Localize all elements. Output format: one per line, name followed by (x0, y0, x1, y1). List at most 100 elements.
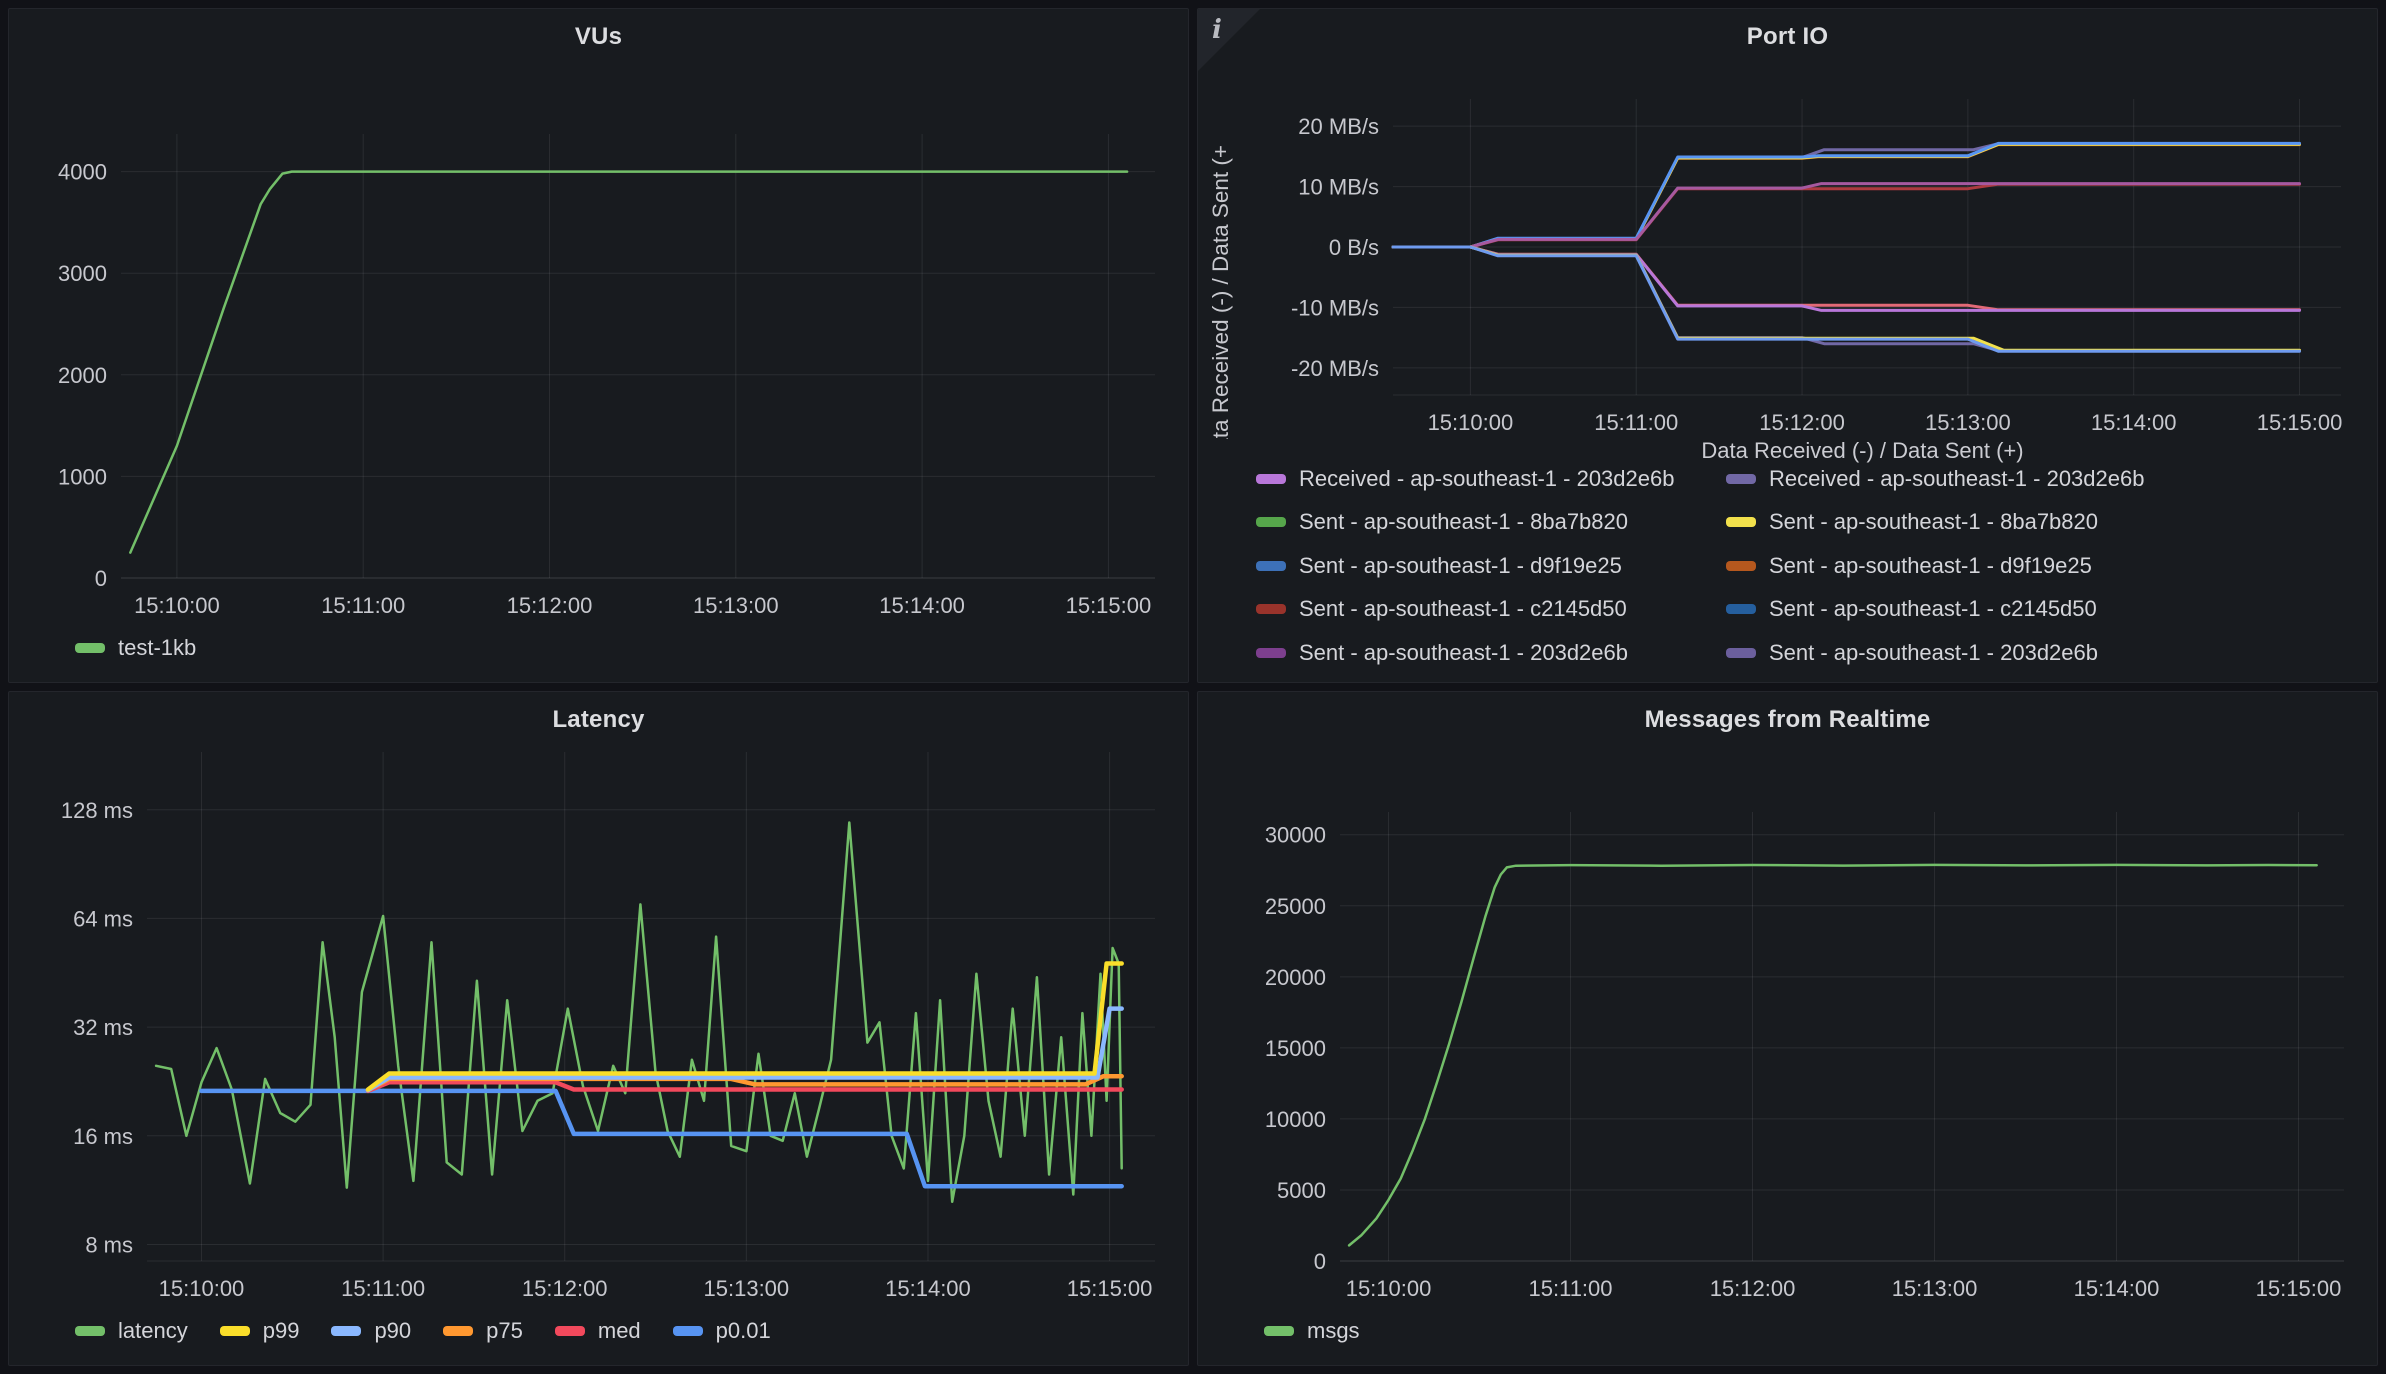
series-recv-yellow (1393, 247, 2300, 350)
legend-label: Sent - ap-southeast-1 - d9f19e25 (1299, 553, 1622, 579)
legend-swatch (1264, 1326, 1294, 1336)
x-tick-label: 15:12:00 (1710, 1276, 1796, 1301)
y-tick-label: 5000 (1277, 1178, 1326, 1203)
vus-chart[interactable]: 0100020003000400015:10:0015:11:0015:12:0… (9, 59, 1188, 624)
legend-item[interactable]: msgs (1264, 1318, 1360, 1344)
legend-item[interactable]: latency (75, 1318, 188, 1344)
y-tick-label: 0 B/s (1329, 235, 1379, 260)
x-tick-label: 15:11:00 (341, 1276, 425, 1301)
legend-label: Sent - ap-southeast-1 - d9f19e25 (1769, 553, 2092, 579)
legend-item[interactable]: p90 (331, 1318, 411, 1344)
panel-info-corner[interactable] (1198, 9, 1260, 71)
legend-swatch (75, 1326, 105, 1336)
series-sent-d9f19e25-blue (1393, 143, 2300, 247)
legend-item[interactable]: p75 (443, 1318, 523, 1344)
legend-label: latency (118, 1318, 188, 1344)
port-io-chart[interactable]: 20 MB/s10 MB/s0 B/s-10 MB/s-20 MB/s15:10… (1198, 59, 2377, 439)
y-tick-label: 20 MB/s (1298, 114, 1379, 139)
y-tick-label: 10 MB/s (1298, 175, 1379, 200)
legend-label: p90 (374, 1318, 411, 1344)
legend-label: Sent - ap-southeast-1 - 203d2e6b (1769, 640, 2098, 666)
x-tick-label: 15:12:00 (522, 1276, 608, 1301)
y-tick-label: 16 ms (73, 1124, 133, 1149)
legend-swatch (1726, 604, 1756, 614)
x-tick-label: 15:14:00 (2074, 1276, 2160, 1301)
y-tick-label: 3000 (58, 261, 107, 286)
legend-swatch (1726, 648, 1756, 658)
legend-item[interactable]: Sent - ap-southeast-1 - 8ba7b820 (1726, 509, 2377, 535)
legend-label: Received - ap-southeast-1 - 203d2e6b (1769, 466, 2144, 492)
y-tick-label: 15000 (1265, 1036, 1326, 1061)
series-sent-d9f19e25-orange (1393, 145, 2300, 247)
messages-legend: msgs (1198, 1307, 2377, 1355)
legend-label: test-1kb (118, 635, 196, 661)
panel-title-port-io[interactable]: Port IO (1198, 9, 2377, 59)
legend-swatch (331, 1326, 361, 1336)
series-sent-8ba7b820-yellow (1393, 144, 2300, 247)
x-tick-label: 15:13:00 (704, 1276, 790, 1301)
legend-label: Sent - ap-southeast-1 - 8ba7b820 (1299, 509, 1628, 535)
legend-label: msgs (1307, 1318, 1360, 1344)
series-latency (156, 823, 1122, 1202)
x-tick-label: 15:13:00 (1925, 410, 2011, 435)
legend-label: p0.01 (716, 1318, 771, 1344)
x-tick-label: 15:13:00 (1892, 1276, 1978, 1301)
series-recv-ltblue (1393, 247, 2300, 351)
legend-item[interactable]: p0.01 (673, 1318, 771, 1344)
legend-item[interactable]: test-1kb (75, 635, 196, 661)
series-test-1kb (130, 172, 1127, 553)
panel-vus: VUs 0100020003000400015:10:0015:11:0015:… (8, 8, 1189, 683)
latency-chart[interactable]: 8 ms16 ms32 ms64 ms128 ms15:10:0015:11:0… (9, 742, 1188, 1307)
x-tick-label: 15:15:00 (1067, 1276, 1153, 1301)
legend-swatch (1256, 474, 1286, 484)
x-tick-label: 15:12:00 (1759, 410, 1845, 435)
legend-item[interactable]: Sent - ap-southeast-1 - c2145d50 (1256, 596, 1726, 622)
legend-swatch (1256, 604, 1286, 614)
legend-label: med (598, 1318, 641, 1344)
legend-label: Sent - ap-southeast-1 - c2145d50 (1769, 596, 2097, 622)
panel-title-vus[interactable]: VUs (9, 9, 1188, 59)
legend-swatch (1726, 474, 1756, 484)
x-tick-label: 15:11:00 (1529, 1276, 1613, 1301)
legend-item[interactable]: Received - ap-southeast-1 - 203d2e6b (1726, 466, 2377, 492)
legend-label: Sent - ap-southeast-1 - c2145d50 (1299, 596, 1627, 622)
legend-item[interactable]: med (555, 1318, 641, 1344)
legend-item[interactable]: Sent - ap-southeast-1 - c2145d50 (1726, 596, 2377, 622)
legend-item[interactable]: Sent - ap-southeast-1 - d9f19e25 (1256, 553, 1726, 579)
x-tick-label: 15:15:00 (2256, 1276, 2342, 1301)
x-tick-label: 15:10:00 (134, 593, 220, 618)
legend-swatch (673, 1326, 703, 1336)
legend-label: Received - ap-southeast-1 - 203d2e6b (1299, 466, 1674, 492)
legend-swatch (1256, 517, 1286, 527)
legend-item[interactable]: Sent - ap-southeast-1 - 203d2e6b (1256, 640, 1726, 666)
panel-title-messages[interactable]: Messages from Realtime (1198, 692, 2377, 742)
legend-swatch (555, 1326, 585, 1336)
legend-item[interactable]: Sent - ap-southeast-1 - d9f19e25 (1726, 553, 2377, 579)
y-tick-label: 0 (95, 566, 107, 591)
x-tick-label: 15:10:00 (1346, 1276, 1432, 1301)
legend-item[interactable]: p99 (220, 1318, 300, 1344)
panel-title-latency[interactable]: Latency (9, 692, 1188, 742)
messages-chart[interactable]: 05000100001500020000250003000015:10:0015… (1198, 742, 2377, 1307)
x-tick-label: 15:15:00 (2257, 410, 2343, 435)
panel-port-io: i Port IO 20 MB/s10 MB/s0 B/s-10 MB/s-20… (1197, 8, 2378, 683)
series-recv-slate (1393, 247, 2300, 351)
y-axis-label: Data Received (-) / Data Sent (+ (1208, 145, 1233, 439)
y-tick-label: 20000 (1265, 965, 1326, 990)
x-tick-label: 15:11:00 (1594, 410, 1678, 435)
x-tick-label: 15:15:00 (1066, 593, 1152, 618)
x-tick-label: 15:10:00 (1428, 410, 1514, 435)
dashboard-grid: VUs 0100020003000400015:10:0015:11:0015:… (0, 0, 2386, 1374)
x-tick-label: 15:14:00 (885, 1276, 971, 1301)
legend-item[interactable]: Received - ap-southeast-1 - 203d2e6b (1256, 466, 1726, 492)
y-tick-label: 2000 (58, 363, 107, 388)
x-tick-label: 15:10:00 (159, 1276, 245, 1301)
y-tick-label: 1000 (58, 464, 107, 489)
legend-item[interactable]: Sent - ap-southeast-1 - 203d2e6b (1726, 640, 2377, 666)
legend-item[interactable]: Sent - ap-southeast-1 - 8ba7b820 (1256, 509, 1726, 535)
x-tick-label: 15:13:00 (693, 593, 779, 618)
y-tick-label: 32 ms (73, 1015, 133, 1040)
legend-swatch (1256, 648, 1286, 658)
legend-swatch (1726, 561, 1756, 571)
legend-label: Sent - ap-southeast-1 - 8ba7b820 (1769, 509, 2098, 535)
